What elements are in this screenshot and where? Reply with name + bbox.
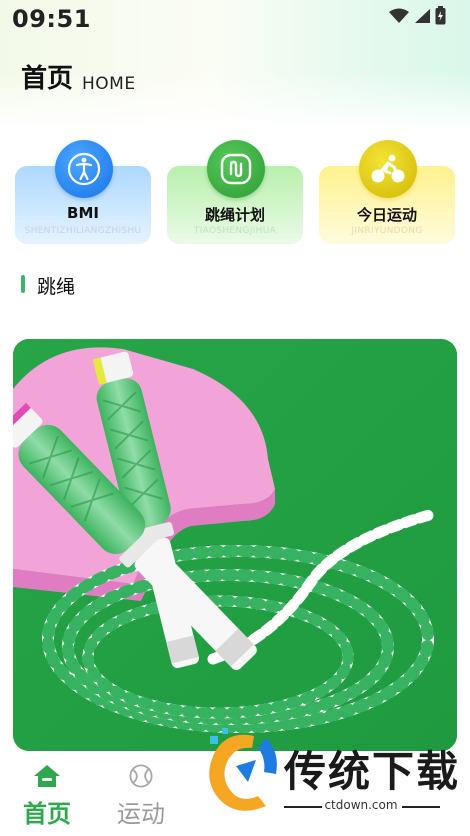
status-bar: 09:51 [0, 0, 470, 40]
watermark-url: ctdown.com [324, 798, 398, 812]
watermark-text: 传统下载 [284, 747, 461, 796]
nav-home[interactable]: 首页 [12, 764, 82, 829]
page-title: 首页 [21, 64, 74, 94]
wifi-icon [389, 8, 409, 23]
bmi-card-pinyin: SHENTIZHILIANGZHISHU [24, 226, 142, 236]
jump-rope-photo[interactable] [13, 339, 457, 751]
watermark-line-right [402, 806, 440, 808]
today-sport-card-pinyin: JINRIYUNDONG [351, 226, 423, 236]
bmi-card[interactable]: BMI SHENTIZHILIANGZHISHU [15, 140, 151, 244]
rope-icon [207, 140, 265, 198]
nav-sport-label: 运动 [117, 800, 165, 828]
cycling-icon [359, 140, 417, 198]
section-marker [21, 275, 25, 293]
bmi-card-label: BMI [67, 204, 99, 222]
body-icon [55, 140, 113, 198]
today-sport-card[interactable]: 今日运动 JINRIYUNDONG [319, 140, 455, 244]
section-title: 跳绳 [37, 276, 76, 298]
home-icon [34, 765, 60, 787]
status-icons [389, 6, 446, 25]
status-time: 09:51 [12, 5, 91, 33]
watermark: 传统下载 ctdown.com [190, 716, 470, 836]
today-sport-card-label: 今日运动 [356, 206, 417, 224]
rope-plan-card[interactable]: 跳绳计划 TIAOSHENGJIHUA [167, 140, 303, 244]
rope-plan-card-pinyin: TIAOSHENGJIHUA [193, 226, 277, 236]
rope-plan-card-label: 跳绳计划 [204, 206, 265, 224]
battery-icon [435, 6, 446, 25]
signal-icon [415, 8, 430, 23]
ball-icon [129, 764, 153, 788]
nav-home-label: 首页 [23, 800, 71, 828]
nav-sport[interactable]: 运动 [106, 764, 176, 829]
watermark-logo [209, 728, 277, 811]
page-subtitle: HOME [82, 74, 136, 94]
